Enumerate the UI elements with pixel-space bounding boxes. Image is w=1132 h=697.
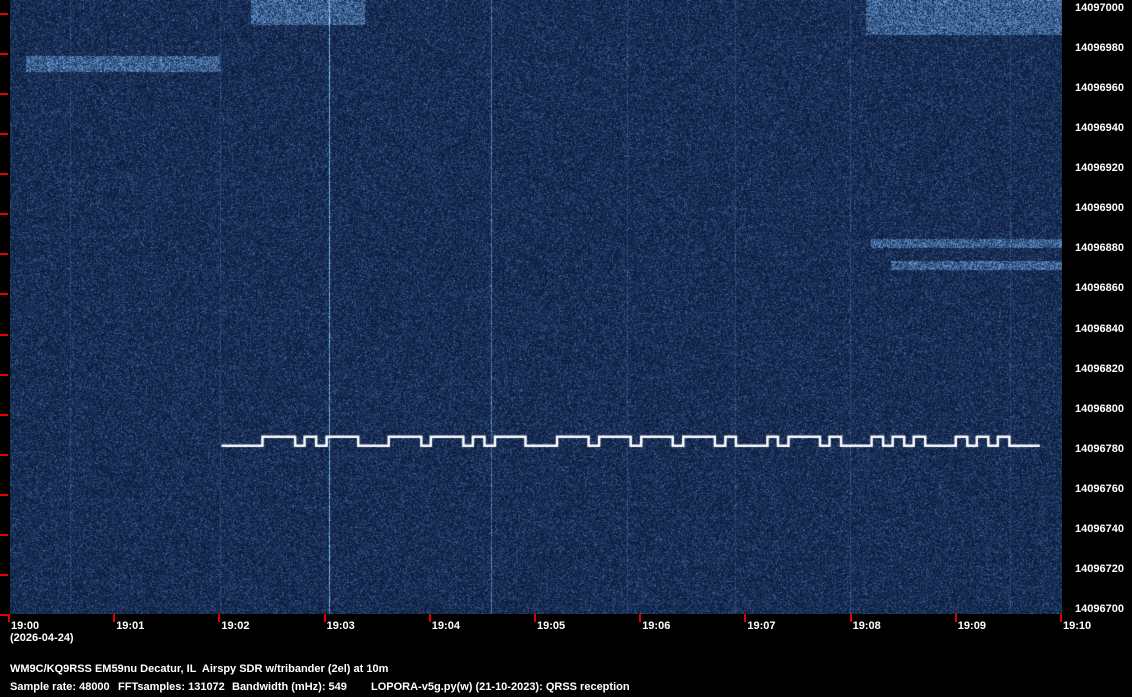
date-label: (2026-04-24) <box>10 632 74 644</box>
y-tick <box>0 213 8 215</box>
station-info: WM9C/KQ9RSS EM59nu Decatur, IL Airspy SD… <box>10 663 389 675</box>
y-tick <box>0 574 8 576</box>
x-tick-label: 19:05 <box>537 620 566 632</box>
x-tick <box>744 614 746 622</box>
y-tick <box>0 374 8 376</box>
y-tick <box>0 414 8 416</box>
sample-rate: Sample rate: 48000 <box>10 681 110 693</box>
y-tick <box>0 133 8 135</box>
y-tick <box>0 13 8 15</box>
y-tick-label: 14096740 <box>1075 522 1124 535</box>
y-tick-label: 14096760 <box>1075 482 1124 495</box>
y-tick-label: 14096920 <box>1075 162 1124 175</box>
y-tick <box>0 534 8 536</box>
x-tick <box>1060 614 1062 622</box>
software-info: LOPORA-v5g.py(w) (21-10-2023): QRSS rece… <box>371 681 630 693</box>
x-tick <box>113 614 115 622</box>
x-tick-label: 19:10 <box>1063 620 1092 632</box>
y-tick <box>0 93 8 95</box>
x-tick-label: 19:07 <box>747 620 776 632</box>
y-tick-label: 14097000 <box>1075 2 1124 14</box>
x-tick <box>534 614 536 622</box>
y-tick <box>0 173 8 175</box>
x-tick-label: 19:01 <box>116 620 145 632</box>
x-tick <box>8 614 10 622</box>
y-tick <box>0 454 8 456</box>
y-tick-label: 14096800 <box>1075 402 1124 415</box>
y-tick <box>0 334 8 336</box>
x-tick-label: 19:02 <box>221 620 250 632</box>
y-tick-label: 14096720 <box>1075 562 1124 575</box>
y-tick <box>0 614 8 616</box>
y-tick-label: 14096700 <box>1075 603 1124 615</box>
y-tick <box>0 293 8 295</box>
x-tick-label: 19:08 <box>852 620 881 632</box>
y-tick-label: 14096860 <box>1075 282 1124 295</box>
x-tick-label: 19:03 <box>326 620 355 632</box>
y-tick-label: 14096980 <box>1075 42 1124 55</box>
bandwidth: Bandwidth (mHz): 549 <box>232 681 347 693</box>
x-tick-label: 19:06 <box>642 620 671 632</box>
x-tick <box>218 614 220 622</box>
x-tick-label: 19:09 <box>957 620 986 632</box>
y-tick-label: 14096880 <box>1075 242 1124 255</box>
waterfall-spectrogram <box>10 0 1062 614</box>
x-tick <box>955 614 957 622</box>
y-tick-label: 14096900 <box>1075 202 1124 215</box>
y-tick-label: 14096840 <box>1075 322 1124 335</box>
x-tick <box>850 614 852 622</box>
x-tick <box>429 614 431 622</box>
x-tick <box>639 614 641 622</box>
x-tick <box>324 614 326 622</box>
fft-samples: FFTsamples: 131072 <box>118 681 225 693</box>
y-tick <box>0 494 8 496</box>
y-tick <box>0 53 8 55</box>
y-tick-label: 14096820 <box>1075 362 1124 375</box>
y-tick-label: 14096940 <box>1075 122 1124 135</box>
y-tick-label: 14096960 <box>1075 82 1124 95</box>
y-tick-label: 14096780 <box>1075 442 1124 455</box>
x-tick-label: 19:04 <box>431 620 460 632</box>
y-tick <box>0 253 8 255</box>
x-tick-label: 19:00 <box>11 620 40 632</box>
